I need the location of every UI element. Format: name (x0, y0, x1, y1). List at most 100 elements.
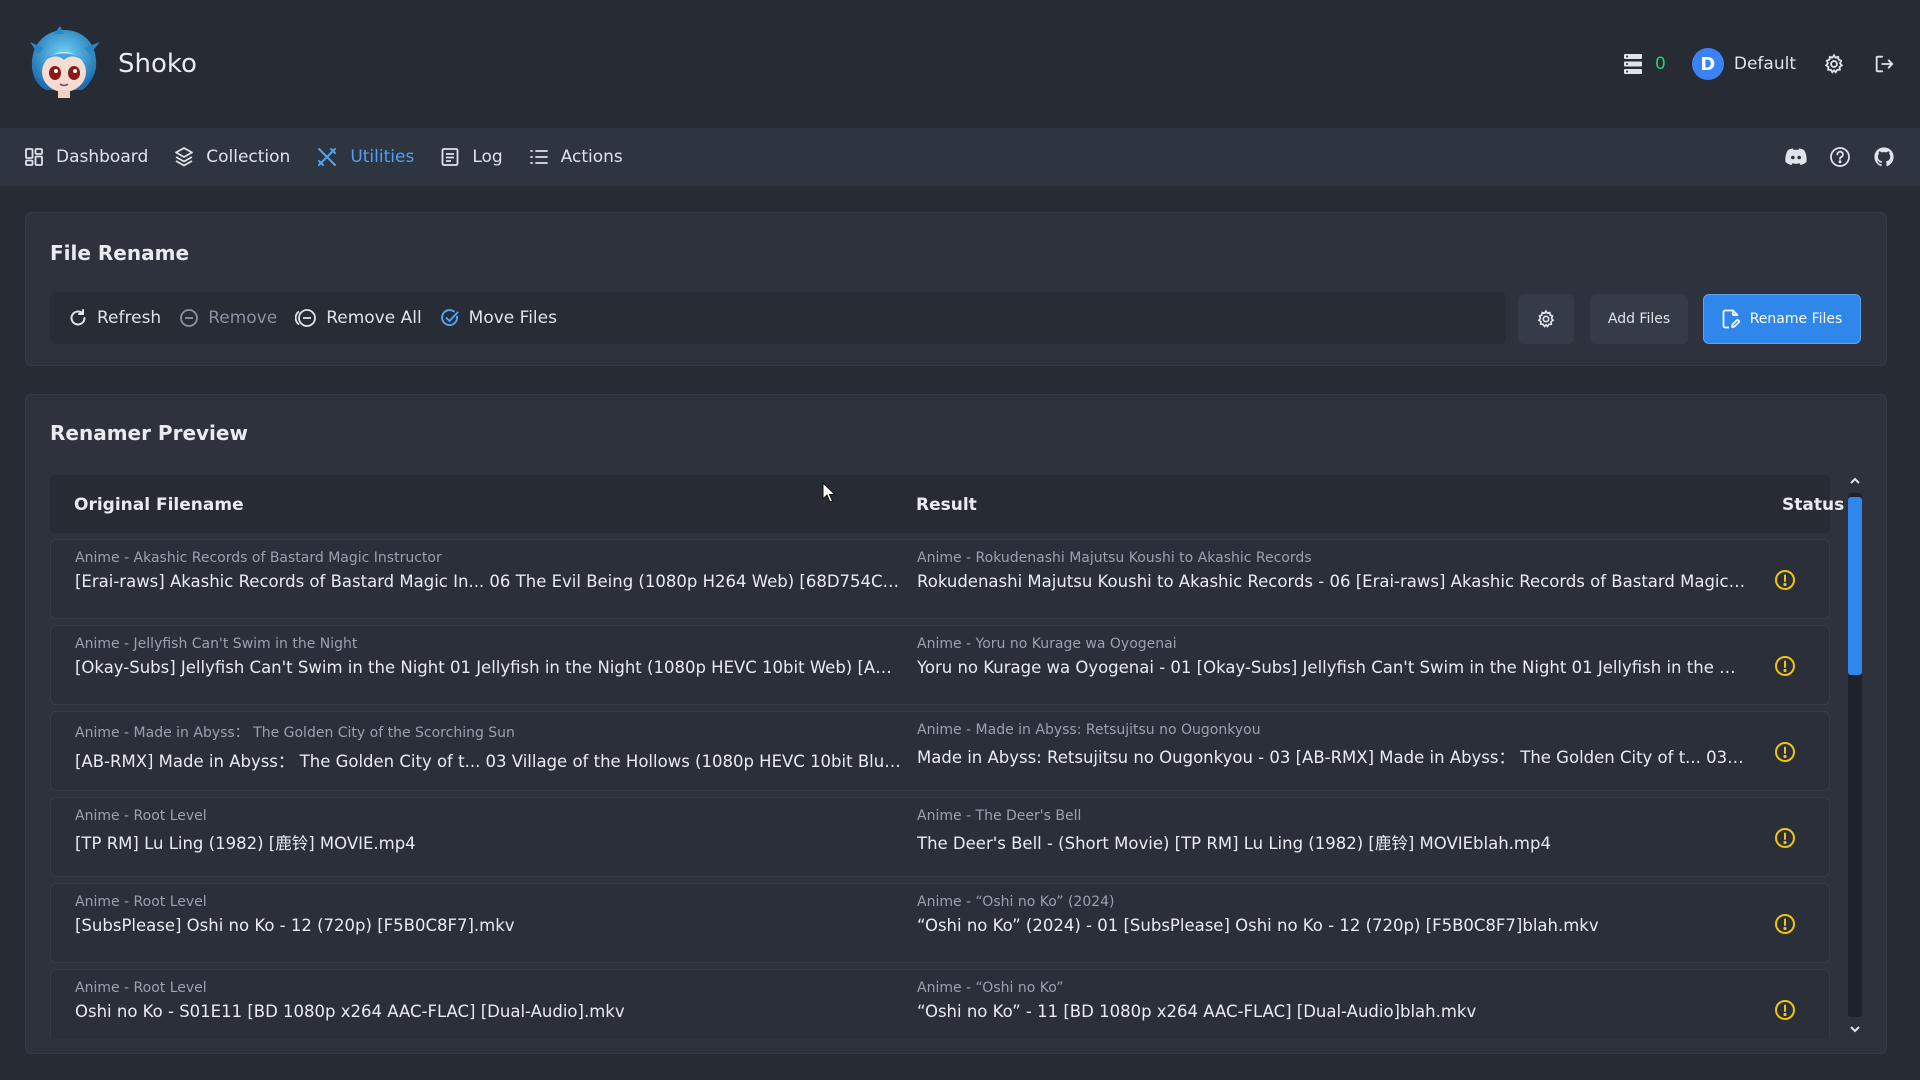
tools-icon (318, 148, 337, 166)
original-series: Anime - Root Level (75, 980, 207, 996)
move-files-label: Move Files (468, 308, 557, 328)
warning-icon[interactable] (1773, 912, 1797, 936)
logout-button[interactable] (1872, 52, 1896, 76)
log-icon (441, 148, 459, 166)
user-menu[interactable]: D Default (1691, 48, 1796, 80)
result-cell: Anime - “Oshi no Ko” “Oshi no Ko” - 11 [… (917, 980, 1747, 1021)
warning-icon[interactable] (1773, 654, 1797, 678)
original-filename: [Okay-Subs] Jellyfish Can't Swim in the … (75, 658, 901, 677)
layers-icon (175, 147, 194, 167)
refresh-button[interactable]: Refresh (68, 308, 161, 328)
renamer-preview-title: Renamer Preview (50, 421, 248, 445)
refresh-label: Refresh (97, 308, 162, 328)
warning-icon[interactable] (1773, 826, 1797, 850)
table-row[interactable]: Anime - Jellyfish Can't Swim in the Nigh… (50, 625, 1830, 705)
gear-icon (1537, 309, 1555, 328)
chevron-up-icon[interactable] (1849, 475, 1861, 487)
minus-circle-icon (180, 309, 199, 327)
original-series: Anime - Akashic Records of Bastard Magic… (75, 550, 442, 566)
brand[interactable]: Shoko (24, 24, 197, 104)
discord-icon (1785, 148, 1807, 165)
nav-collection[interactable]: Collection (174, 146, 290, 168)
result-series: Anime - “Oshi no Ko” (917, 980, 1064, 996)
result-cell: Anime - Made in Abyss: Retsujitsu no Oug… (917, 722, 1747, 768)
nav-dashboard[interactable]: Dashboard (24, 147, 148, 167)
warning-icon[interactable] (1773, 740, 1797, 764)
original-filename: [AB-RMX] Made in Abyss： The Golden City … (75, 752, 901, 771)
table-body[interactable]: Anime - Akashic Records of Bastard Magic… (50, 539, 1830, 1039)
original-cell: Anime - Root Level [TP RM] Lu Ling (1982… (75, 808, 901, 854)
remove-button[interactable]: Remove (179, 308, 277, 328)
original-series: Anime - Jellyfish Can't Swim in the Nigh… (75, 636, 358, 652)
refresh-icon (70, 309, 86, 326)
queue-indicator[interactable]: 0 (1623, 53, 1666, 75)
original-cell: Anime - Root Level Oshi no Ko - S01E11 [… (75, 980, 901, 1021)
nav-utilities[interactable]: Utilities (316, 146, 414, 168)
original-filename: Oshi no Ko - S01E11 [BD 1080p x264 AAC-F… (75, 1002, 625, 1021)
nav-label: Log (472, 147, 503, 167)
warning-icon[interactable] (1773, 568, 1797, 592)
top-header: Shoko 0 D Default (0, 0, 1920, 128)
server-icon (1624, 54, 1643, 74)
settings-button[interactable] (1822, 52, 1846, 76)
logout-icon (1875, 55, 1894, 73)
scroll-thumb[interactable] (1848, 497, 1862, 675)
column-original[interactable]: Original Filename (74, 495, 244, 515)
result-series: Anime - Yoru no Kurage wa Oyogenai (917, 636, 1177, 652)
renamer-settings-button[interactable] (1518, 294, 1574, 344)
nav-actions[interactable]: Actions (529, 147, 623, 167)
dashboard-icon (25, 148, 43, 166)
original-series: Anime - Root Level (75, 808, 207, 824)
table-scrollbar[interactable] (1846, 475, 1864, 1035)
remove-all-label: Remove All (326, 308, 422, 328)
original-cell: Anime - Akashic Records of Bastard Magic… (75, 550, 901, 591)
nav-label: Collection (206, 147, 291, 167)
warning-icon[interactable] (1773, 998, 1797, 1022)
result-filename: “Oshi no Ko” (2024) - 01 [SubsPlease] Os… (917, 916, 1599, 935)
rename-files-label: Rename Files (1749, 311, 1843, 327)
original-series: Anime - Made in Abyss： The Golden City o… (75, 725, 515, 741)
table-header: Original Filename Result Status (50, 475, 1844, 533)
result-series: Anime - Rokudenashi Majutsu Koushi to Ak… (917, 550, 1312, 566)
rename-files-button[interactable]: Rename Files (1703, 294, 1861, 344)
renamer-preview-panel: Renamer Preview Original Filename Result… (25, 394, 1887, 1054)
discord-link[interactable] (1784, 145, 1808, 169)
help-link[interactable] (1828, 145, 1852, 169)
original-cell: Anime - Root Level [SubsPlease] Oshi no … (75, 894, 901, 935)
table-row[interactable]: Anime - Root Level Oshi no Ko - S01E11 [… (50, 969, 1830, 1039)
main-nav: Dashboard Collection Utilities Log Actio… (0, 128, 1920, 186)
table-row[interactable]: Anime - Made in Abyss： The Golden City o… (50, 711, 1830, 791)
nav-label: Dashboard (56, 147, 149, 167)
column-result[interactable]: Result (916, 495, 977, 515)
chevron-down-icon[interactable] (1849, 1023, 1861, 1035)
table-row[interactable]: Anime - Root Level [TP RM] Lu Ling (1982… (50, 797, 1830, 877)
file-edit-icon (1722, 309, 1740, 329)
result-series: Anime - “Oshi no Ko” (2024) (917, 894, 1115, 910)
original-filename: [Erai-raws] Akashic Records of Bastard M… (75, 572, 901, 591)
table-row[interactable]: Anime - Root Level [SubsPlease] Oshi no … (50, 883, 1830, 963)
file-rename-title: File Rename (50, 241, 190, 265)
result-cell: Anime - “Oshi no Ko” (2024) “Oshi no Ko”… (917, 894, 1747, 935)
result-cell: Anime - Rokudenashi Majutsu Koushi to Ak… (917, 550, 1747, 591)
table-row[interactable]: Anime - Akashic Records of Bastard Magic… (50, 539, 1830, 619)
nav-items: Dashboard Collection Utilities Log Actio… (24, 146, 623, 168)
user-name: Default (1733, 54, 1796, 74)
queue-count: 0 (1655, 54, 1666, 74)
result-filename: Rokudenashi Majutsu Koushi to Akashic Re… (917, 572, 1747, 591)
gear-icon (1824, 53, 1844, 74)
shoko-logo-icon (30, 26, 100, 98)
github-link[interactable] (1872, 145, 1896, 169)
check-circle-icon (440, 309, 459, 327)
original-cell: Anime - Made in Abyss： The Golden City o… (75, 722, 901, 772)
original-filename: [SubsPlease] Oshi no Ko - 12 (720p) [F5B… (75, 916, 515, 935)
add-files-button[interactable]: Add Files (1590, 294, 1688, 344)
column-status[interactable]: Status (1782, 495, 1844, 515)
move-files-toggle[interactable]: Move Files (440, 308, 557, 328)
nav-log[interactable]: Log (440, 147, 503, 167)
file-rename-panel: File Rename Refresh Remove Remove All Mo… (25, 212, 1887, 366)
list-icon (529, 150, 548, 164)
result-filename: “Oshi no Ko” - 11 [BD 1080p x264 AAC-FLA… (917, 1002, 1477, 1021)
avatar: D (1691, 48, 1724, 80)
remove-all-button[interactable]: Remove All (295, 308, 422, 328)
result-filename: Made in Abyss: Retsujitsu no Ougonkyou -… (917, 748, 1747, 767)
